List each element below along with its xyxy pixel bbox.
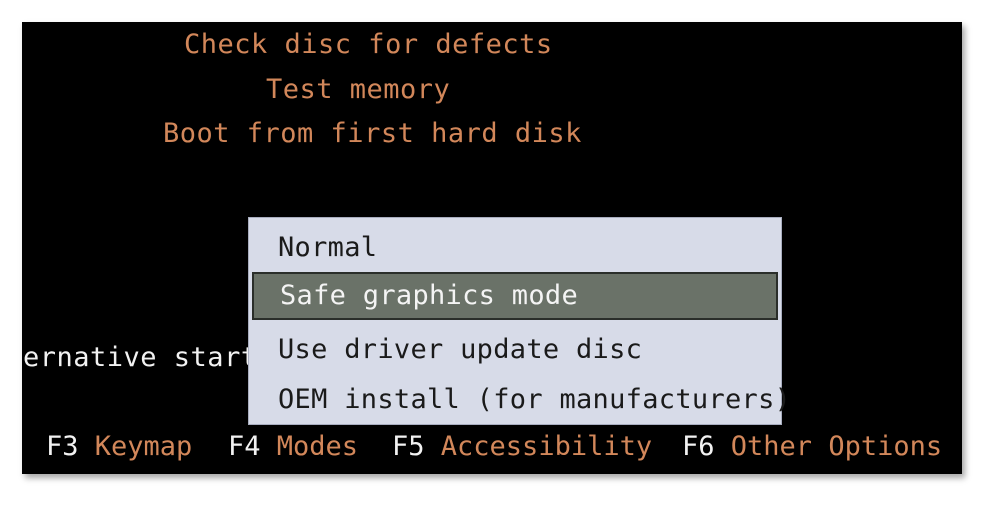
fkey-label: Modes <box>276 431 359 462</box>
mode-normal[interactable]: Normal <box>252 224 778 272</box>
fkey-f6-other-options[interactable]: F6 Other Options <box>682 430 942 464</box>
menu-item-boot-hard-disk[interactable]: Boot from first hard disk <box>163 119 582 149</box>
fkey-key: F4 <box>228 431 261 462</box>
fkey-label: Keymap <box>94 431 193 462</box>
menu-item-alternative-start[interactable]: ernative start <box>23 343 258 373</box>
mode-oem-install[interactable]: OEM install (for manufacturers) <box>252 376 791 424</box>
modes-popup: Normal Safe graphics mode Use driver upd… <box>248 217 791 425</box>
fkey-key: F6 <box>682 431 715 462</box>
fkey-key: F5 <box>392 431 425 462</box>
fkey-label: Other Options <box>730 431 943 462</box>
function-key-bar: F3 Keymap F4 Modes F5 Accessibility F6 O… <box>22 430 962 464</box>
menu-item-test-memory[interactable]: Test memory <box>266 75 450 105</box>
menu-item-check-disc[interactable]: Check disc for defects <box>184 30 553 60</box>
fkey-key: F3 <box>46 431 79 462</box>
fkey-label: Accessibility <box>440 431 653 462</box>
fkey-f4-modes[interactable]: F4 Modes <box>228 430 358 464</box>
fkey-f3-keymap[interactable]: F3 Keymap <box>46 430 192 464</box>
mode-driver-update-disc[interactable]: Use driver update disc <box>252 326 778 374</box>
mode-safe-graphics[interactable]: Safe graphics mode <box>252 272 778 320</box>
boot-screen: Check disc for defects Test memory Boot … <box>22 22 962 474</box>
fkey-f5-accessibility[interactable]: F5 Accessibility <box>392 430 652 464</box>
